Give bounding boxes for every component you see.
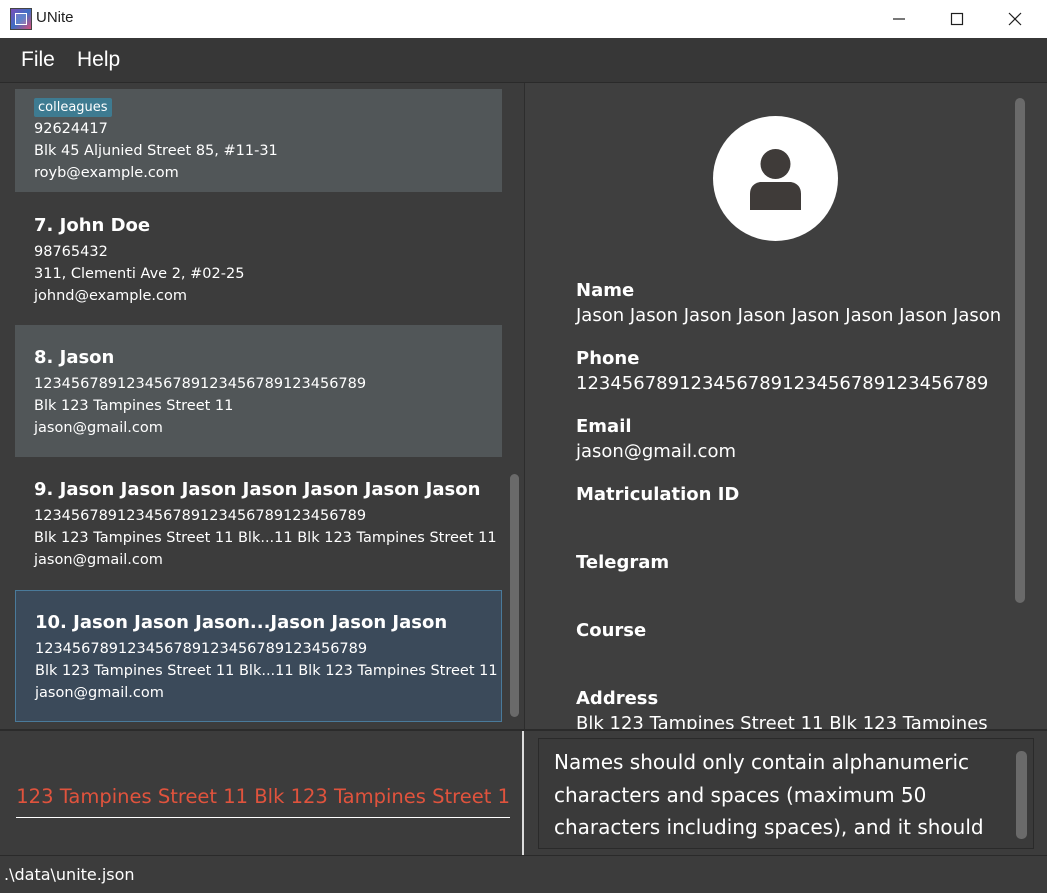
result-textarea[interactable]: Names should only contain alphanumeric c… [538,738,1034,849]
person-address: Blk 123 Tampines Street 11 [34,398,234,414]
tag-badge: colleagues [34,98,112,117]
avatar [713,116,838,241]
person-detail-panel: Name Jason Jason Jason Jason Jason Jason… [524,83,1047,729]
person-name: 9. Jason Jason Jason Jason Jason Jason J… [34,479,481,500]
person-list[interactable]: colleagues 92624417 Blk 45 Aljunied Stre… [0,83,522,729]
phone-value: 123456789123456789123456789123456789 [576,373,989,394]
user-icon [750,149,801,210]
command-box [0,731,522,855]
matriculation-label: Matriculation ID [576,484,740,505]
person-email: jason@gmail.com [34,420,163,436]
person-name: 7. John Doe [34,215,151,236]
person-card-selected[interactable]: 10. Jason Jason Jason...Jason Jason Jaso… [15,590,502,722]
person-phone: 92624417 [34,121,108,137]
app-icon [10,8,32,30]
person-card[interactable]: colleagues 92624417 Blk 45 Aljunied Stre… [15,89,502,192]
email-value: jason@gmail.com [576,441,736,462]
person-phone: 123456789123456789123456789123456789 [34,376,367,392]
result-display: Names should only contain alphanumeric c… [524,731,1047,855]
window-title: UNite [36,9,74,26]
person-phone: 123456789123456789123456789123456789 [35,641,368,657]
person-phone: 98765432 [34,244,108,260]
course-label: Course [576,620,647,641]
telegram-label: Telegram [576,552,670,573]
name-label: Name [576,280,635,301]
person-email: royb@example.com [34,165,179,181]
person-email: johnd@example.com [34,288,187,304]
result-scrollbar[interactable] [1016,751,1027,839]
person-card[interactable]: 9. Jason Jason Jason Jason Jason Jason J… [15,457,502,589]
maximize-button[interactable] [928,0,986,38]
status-bar: .\data\unite.json [0,855,1047,893]
command-input[interactable] [16,775,510,818]
person-name: 8. Jason [34,347,115,368]
address-value: Blk 123 Tampines Street 11 Blk 123 Tampi… [576,713,988,729]
minimize-button[interactable] [870,0,928,38]
email-label: Email [576,416,632,437]
person-email: jason@gmail.com [35,685,164,701]
person-address: Blk 45 Aljunied Street 85, #11-31 [34,143,278,159]
close-icon [1008,12,1022,26]
phone-label: Phone [576,348,640,369]
menu-file[interactable]: File [21,48,55,72]
menu-help[interactable]: Help [77,48,120,72]
name-value: Jason Jason Jason Jason Jason Jason Jaso… [576,305,1002,326]
person-address: 311, Clementi Ave 2, #02-25 [34,266,245,282]
person-address: Blk 123 Tampines Street 11 Blk...11 Blk … [34,530,497,546]
detail-scrollbar[interactable] [1015,98,1025,603]
address-label: Address [576,688,659,709]
menu-bar: File Help [0,38,1047,83]
person-email: jason@gmail.com [34,552,163,568]
person-card[interactable]: 7. John Doe 98765432 311, Clementi Ave 2… [15,192,502,324]
maximize-icon [950,12,964,26]
list-scrollbar[interactable] [510,474,519,717]
close-button[interactable] [986,0,1044,38]
person-card[interactable]: 8. Jason 1234567891234567891234567891234… [15,325,502,457]
title-bar: UNite [0,0,1047,39]
person-phone: 123456789123456789123456789123456789 [34,508,367,524]
person-name: 10. Jason Jason Jason...Jason Jason Jaso… [35,612,448,633]
minimize-icon [893,18,905,20]
save-location: .\data\unite.json [4,865,135,884]
result-message: Names should only contain alphanumeric c… [554,750,984,848]
person-address: Blk 123 Tampines Street 11 Blk...11 Blk … [35,663,498,679]
